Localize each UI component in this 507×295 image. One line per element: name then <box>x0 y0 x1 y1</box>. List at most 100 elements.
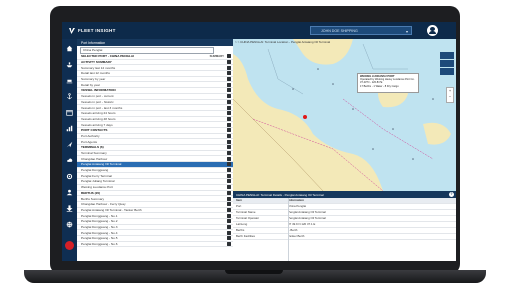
details-rows: Port China Penglai Terminal Name Penglai An… <box>233 204 456 240</box>
list-item-label: Summary last 12 months <box>81 65 116 70</box>
expand-icon[interactable] <box>227 168 231 173</box>
weather-icon[interactable] <box>65 156 74 165</box>
expand-icon[interactable] <box>227 242 231 247</box>
list-item-label: Changdao Harbour <box>81 156 108 161</box>
expand-icon[interactable] <box>227 162 231 167</box>
expand-icon[interactable] <box>227 179 231 184</box>
list-item-label: Summary by year <box>81 77 106 82</box>
detail-value: Penglai Antaiang Oil Terminal <box>288 216 326 220</box>
download-icon[interactable] <box>65 204 74 213</box>
expand-icon[interactable] <box>227 111 231 116</box>
port-icon[interactable] <box>65 76 74 85</box>
list-item-label: Vessels in port - current <box>81 94 114 99</box>
expand-icon[interactable] <box>227 60 231 65</box>
expand-icon[interactable] <box>227 151 231 156</box>
help-icon[interactable]: ? <box>449 192 454 197</box>
list-item-label: Penglai Dongguang - No.1 <box>81 213 118 218</box>
expand-icon[interactable] <box>227 128 231 133</box>
expand-icon[interactable] <box>227 133 231 138</box>
logo-mark-icon <box>69 27 75 34</box>
app-logo[interactable]: FLEET INSIGHT <box>69 27 116 34</box>
home-icon[interactable] <box>65 44 74 53</box>
expand-icon[interactable] <box>227 224 231 229</box>
expand-icon[interactable] <box>227 77 231 82</box>
list-item-label: Vessels in port - last 3 months <box>81 105 123 110</box>
detail-key: Terminal Name <box>236 210 256 214</box>
map-tool-1[interactable] <box>440 52 454 59</box>
icon-rail <box>62 39 77 261</box>
expand-icon[interactable] <box>227 94 231 99</box>
panel-header: Port Information <box>77 39 233 46</box>
expand-icon[interactable] <box>227 202 231 207</box>
detail-key: Berths <box>236 228 245 232</box>
expand-icon[interactable] <box>227 65 231 70</box>
detail-key: Lat/Long <box>236 222 248 226</box>
map-tool-2[interactable] <box>440 60 454 67</box>
map-breadcrumb: > > CHINA PENGLAI: Terminal Location - P… <box>235 40 331 44</box>
user-icon[interactable] <box>65 188 74 197</box>
list-item-label: VESSEL INFORMATION <box>81 88 116 93</box>
list-item-label: PORT CONTACTS <box>81 128 108 133</box>
list-item-label: Penglai Antaiang Oil Terminal <box>81 162 122 167</box>
port-search-input[interactable]: China Penglai <box>80 46 214 54</box>
detail-key: Berth Facilities <box>236 234 255 238</box>
expand-icon[interactable] <box>227 196 231 201</box>
zoom-control: + − <box>446 87 454 103</box>
ship-icon[interactable] <box>65 60 74 69</box>
list-item-label: Terminal Summary <box>81 151 107 156</box>
list-item-label: Penglai Dongguang <box>81 168 109 173</box>
expand-icon[interactable] <box>227 185 231 190</box>
port-popup[interactable]: WEIXING LUODANSU PORT Operated by Weixin… <box>357 73 419 93</box>
app-title: FLEET INSIGHT <box>78 28 116 33</box>
expand-icon[interactable] <box>227 105 231 110</box>
expand-icon[interactable] <box>227 88 231 93</box>
detail-key: Port <box>236 204 242 208</box>
expand-icon[interactable] <box>227 122 231 127</box>
list-item-label: Vessels arriving 48 hours <box>81 116 116 121</box>
globe-icon[interactable] <box>65 220 74 229</box>
settings-icon[interactable] <box>65 172 74 181</box>
expand-icon[interactable] <box>227 236 231 241</box>
expand-icon[interactable] <box>227 230 231 235</box>
search-row: China Penglai <box>77 46 233 54</box>
user-avatar-icon[interactable] <box>427 25 438 36</box>
anchor-icon[interactable] <box>65 92 74 101</box>
list-item-label: Penglai Antaiang Oil Terminal - Tanker B… <box>81 207 142 212</box>
expand-icon[interactable] <box>227 190 231 195</box>
summary-tag[interactable]: SUMMARY <box>210 54 224 58</box>
expand-icon[interactable] <box>227 82 231 87</box>
nautical-map[interactable]: > > CHINA PENGLAI: Terminal Location - P… <box>233 39 456 191</box>
list-item-label: ACTIVITY SUMMARY <box>81 60 112 65</box>
terminal-details-table: Item Information Port China Penglai Termin… <box>233 198 456 261</box>
list-item-label: Penglai Ferry Terminal <box>81 173 112 178</box>
popup-line-3: 17 Berths - 1 Water - 8 Dry Cargo <box>360 84 399 88</box>
expand-icon[interactable] <box>227 139 231 144</box>
expand-icon[interactable] <box>227 219 231 224</box>
port-information-panel: Port Information China Penglai SELECTED … <box>77 39 234 261</box>
list-item-label: SELECTED PORT - CHINA PENGLAI <box>81 54 134 59</box>
route-icon[interactable] <box>65 140 74 149</box>
app-screen: FLEET INSIGHT JOHN DOE SHIPPING ▾ Port I… <box>62 22 456 261</box>
list-item-label: Vessels arriving 7 days <box>81 122 113 127</box>
list-item[interactable]: Penglai Dongguang - No.6 <box>77 242 233 248</box>
expand-icon[interactable] <box>227 116 231 121</box>
company-dropdown[interactable]: JOHN DOE SHIPPING ▾ <box>310 26 412 35</box>
map-tools <box>440 52 454 76</box>
list-item-label: TERMINALS (6) <box>81 145 104 150</box>
calendar-icon[interactable] <box>65 108 74 117</box>
zoom-out-button[interactable]: − <box>447 94 453 100</box>
list-item-label: Detail last 12 months <box>81 71 110 76</box>
port-menu-list: SELECTED PORT - CHINA PENGLAI SUMMARY ACTI… <box>77 54 233 248</box>
expand-icon[interactable] <box>227 213 231 218</box>
map-tool-3[interactable] <box>440 68 454 75</box>
record-icon[interactable] <box>65 241 74 250</box>
expand-icon[interactable] <box>227 173 231 178</box>
chart-icon[interactable] <box>65 124 74 133</box>
expand-icon[interactable] <box>227 99 231 104</box>
expand-icon[interactable] <box>227 71 231 76</box>
expand-icon[interactable] <box>227 156 231 161</box>
list-item-label: Penglai Dongguang - No.2 <box>81 219 118 224</box>
expand-icon[interactable] <box>227 145 231 150</box>
expand-icon[interactable] <box>227 54 231 59</box>
expand-icon[interactable] <box>227 207 231 212</box>
